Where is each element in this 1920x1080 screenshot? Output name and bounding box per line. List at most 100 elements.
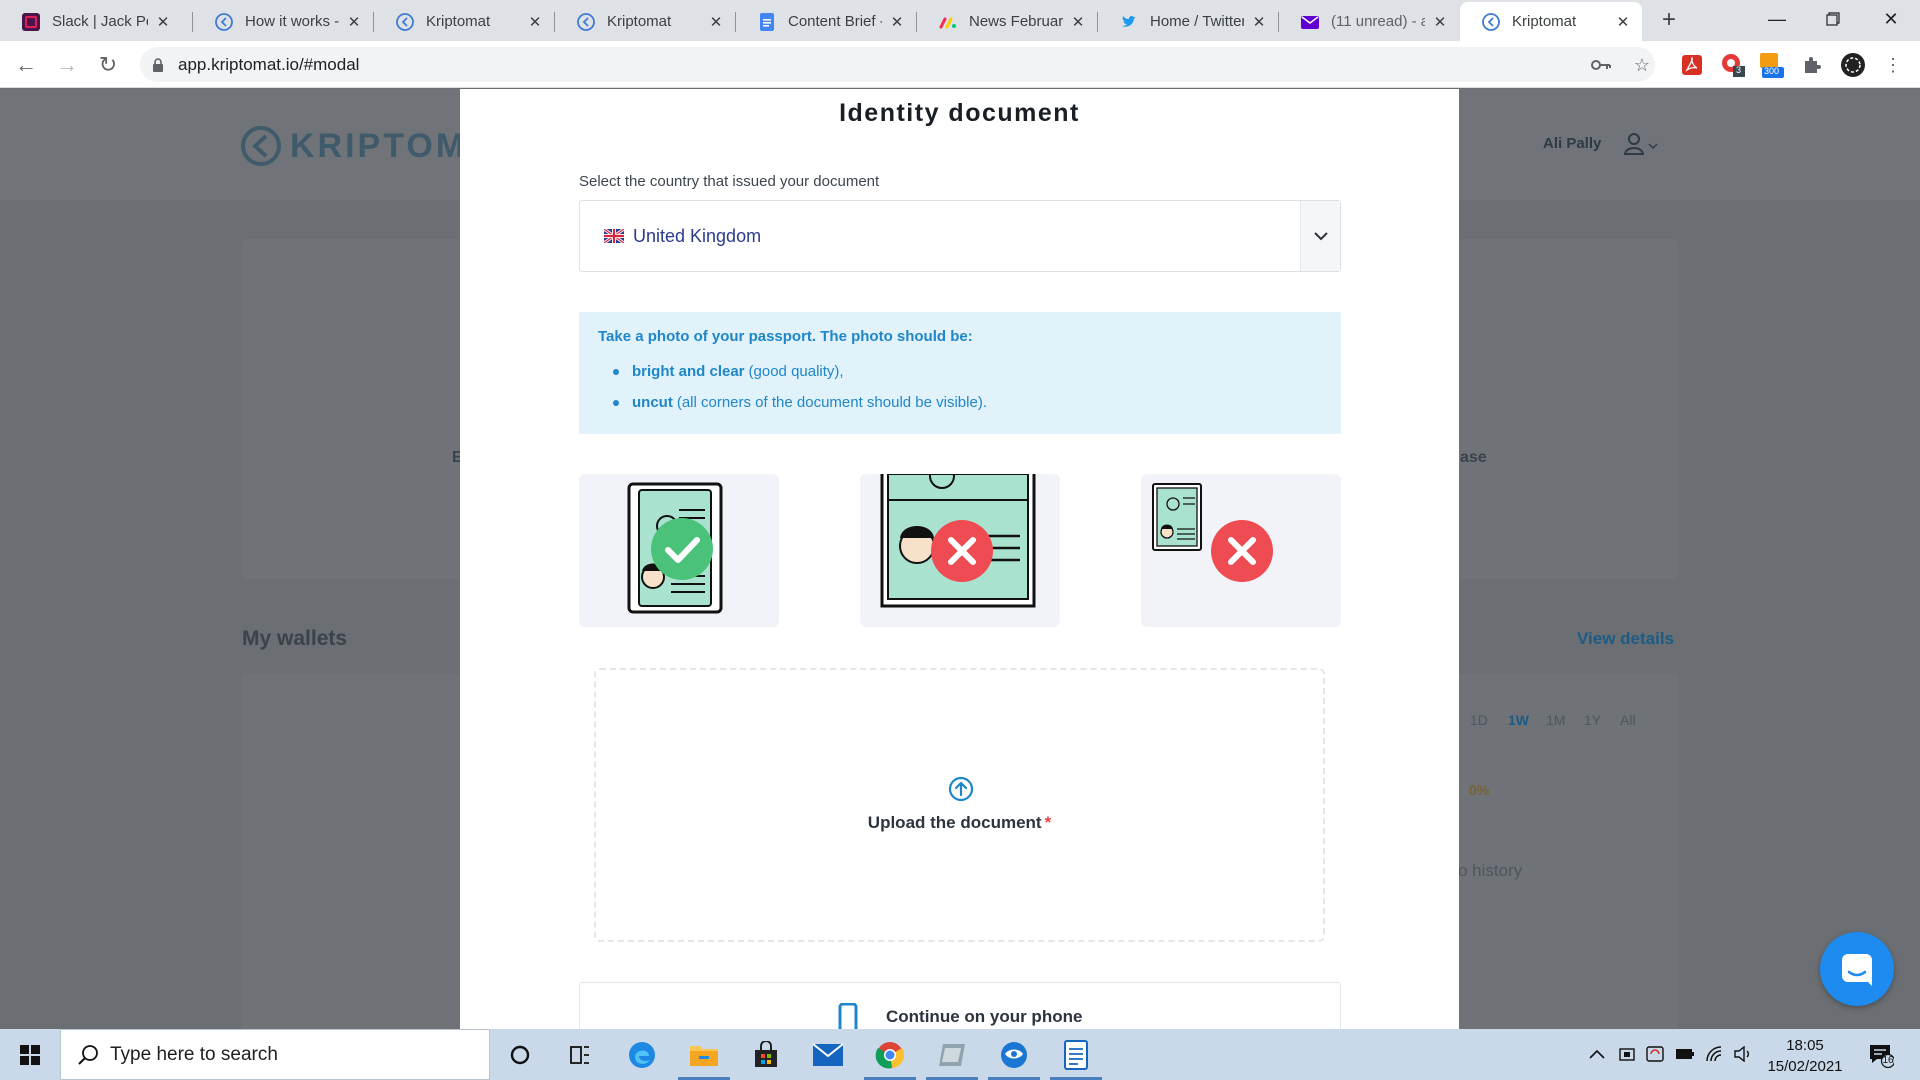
tab-close-icon[interactable]: ✕ <box>1250 13 1268 31</box>
tray-sync-icon[interactable] <box>1644 1043 1666 1065</box>
user-name: Ali Pally <box>1543 135 1602 152</box>
address-bar[interactable] <box>140 47 1655 82</box>
window-close-icon[interactable]: ✕ <box>1868 4 1914 34</box>
tab-close-icon[interactable]: ✕ <box>1431 13 1449 31</box>
battery-icon[interactable] <box>1674 1043 1696 1065</box>
instruction-text: (good quality), <box>748 363 844 380</box>
key-icon[interactable] <box>1588 52 1614 78</box>
country-select[interactable]: United Kingdom <box>579 200 1341 272</box>
instruction-item: uncut (all corners of the document shoul… <box>613 394 987 411</box>
browser-tab[interactable]: News February ✕ <box>917 2 1097 41</box>
document-app-icon[interactable] <box>1046 1029 1106 1080</box>
forward-icon[interactable]: → <box>53 51 81 79</box>
user-menu-icon <box>1624 133 1658 155</box>
instruction-bold: uncut <box>632 394 673 411</box>
back-icon[interactable]: ← <box>12 51 40 79</box>
rss-extension-icon[interactable]: 300 <box>1758 52 1784 78</box>
instruction-item: bright and clear (good quality), <box>613 363 844 380</box>
volume-icon[interactable] <box>1732 1043 1754 1065</box>
wifi-icon[interactable] <box>1704 1043 1726 1065</box>
continue-on-phone-label: Continue on your phone <box>886 1007 1083 1026</box>
tab-close-icon[interactable]: ✕ <box>345 13 363 31</box>
extension-red-icon[interactable]: 3 <box>1720 52 1746 78</box>
browser-menu-icon[interactable]: ⋮ <box>1880 52 1906 78</box>
photo-instructions-box: Take a photo of your passport. The photo… <box>579 312 1341 434</box>
taskbar-clock[interactable]: 18:05 15/02/2021 <box>1760 1035 1850 1077</box>
notification-center-icon[interactable]: 16 <box>1868 1042 1896 1069</box>
edge-icon[interactable] <box>612 1029 672 1080</box>
range-option: 1W <box>1508 712 1529 728</box>
store-icon[interactable] <box>736 1029 796 1080</box>
tab-close-icon[interactable]: ✕ <box>526 13 544 31</box>
taskbar-search-box[interactable]: Type here to search <box>60 1029 490 1080</box>
url-text[interactable]: app.kriptomat.io/#modal <box>178 55 359 75</box>
extension-badge: 300 <box>1764 66 1780 76</box>
restore-icon[interactable] <box>1810 4 1856 34</box>
mail-app-icon[interactable] <box>798 1029 858 1080</box>
upload-label: Upload the document * <box>596 813 1323 833</box>
tab-title: (11 unread) - al <box>1331 13 1425 30</box>
tab-title: Slack | Jack Pea <box>52 13 148 30</box>
browser-tab[interactable]: Kriptomat ✕ <box>374 2 554 41</box>
puzzle-extensions-icon[interactable] <box>1799 52 1825 78</box>
good-photo-example <box>579 474 779 627</box>
tab-close-icon[interactable]: ✕ <box>707 13 725 31</box>
document-upload-dropzone[interactable]: Upload the document * <box>594 668 1325 942</box>
chat-icon <box>1842 954 1872 986</box>
view-details-link: View details <box>1577 629 1675 648</box>
file-explorer-icon[interactable] <box>674 1029 734 1080</box>
range-option: 1Y <box>1584 712 1602 728</box>
task-view-icon[interactable] <box>550 1029 610 1080</box>
browser-tab-active[interactable]: Kriptomat ✕ <box>1460 2 1642 41</box>
tab-title: How it works - <box>245 13 339 30</box>
clock-date: 15/02/2021 <box>1767 1058 1843 1075</box>
minimize-icon[interactable]: — <box>1754 4 1800 34</box>
browser-toolbar: ← → ↻ app.kriptomat.io/#modal ☆ 3 300 ⋮ <box>0 41 1920 88</box>
browser-tab[interactable]: How it works - ✕ <box>193 2 373 41</box>
kriptomat-logo-icon <box>241 126 281 166</box>
tab-title: Kriptomat <box>1512 13 1577 30</box>
tab-title: Kriptomat <box>607 13 672 30</box>
continue-on-phone-button[interactable]: Continue on your phone <box>579 982 1341 1029</box>
browser-tab[interactable]: (11 unread) - al ✕ <box>1279 2 1459 41</box>
phone-icon <box>838 1003 858 1029</box>
tab-close-icon[interactable]: ✕ <box>1069 13 1087 31</box>
tab-close-icon[interactable]: ✕ <box>888 13 906 31</box>
browser-tab[interactable]: Content Brief - ✕ <box>736 2 916 41</box>
pdf-extension-icon[interactable] <box>1679 52 1705 78</box>
search-icon <box>78 1045 98 1065</box>
instructions-title: Take a photo of your passport. The photo… <box>598 328 973 345</box>
tray-app-icon[interactable] <box>1616 1043 1638 1065</box>
range-option: 1M <box>1546 712 1566 728</box>
range-option: All <box>1620 712 1636 728</box>
tab-title: Home / Twitter <box>1150 13 1244 30</box>
new-tab-button[interactable]: + <box>1656 8 1682 34</box>
chat-launcher-button[interactable] <box>1820 932 1894 1006</box>
bullet-icon <box>613 368 619 375</box>
chevron-down-icon[interactable] <box>1300 201 1340 271</box>
taskbar-search-placeholder: Type here to search <box>110 1044 278 1065</box>
windows-start-icon[interactable] <box>0 1029 60 1080</box>
browser-tab[interactable]: Kriptomat ✕ <box>555 2 735 41</box>
cortana-icon[interactable] <box>490 1029 550 1080</box>
chrome-icon[interactable] <box>860 1029 920 1080</box>
instruction-bold: bright and clear <box>632 363 745 380</box>
browser-tab[interactable]: Home / Twitter ✕ <box>1098 2 1278 41</box>
app-window-icon[interactable] <box>922 1029 982 1080</box>
tab-close-icon[interactable]: ✕ <box>154 13 172 31</box>
tab-close-icon[interactable]: ✕ <box>1614 13 1632 31</box>
bookmark-star-icon[interactable]: ☆ <box>1629 52 1655 78</box>
docs-icon <box>758 12 776 31</box>
tray-overflow-icon[interactable] <box>1586 1043 1608 1065</box>
reload-icon[interactable]: ↻ <box>94 51 122 79</box>
windows-taskbar: Type here to search 18:05 15/02/2021 16 <box>0 1029 1920 1080</box>
upload-icon <box>948 776 974 802</box>
required-marker: * <box>1044 813 1052 832</box>
extension-badge: 3 <box>1736 65 1742 75</box>
country-select-label: Select the country that issued your docu… <box>579 173 880 190</box>
browser-tab[interactable]: Slack | Jack Pea ✕ <box>0 2 182 41</box>
profile-avatar[interactable] <box>1840 52 1866 78</box>
lock-icon <box>153 58 163 72</box>
range-option: 1D <box>1470 712 1488 728</box>
thunderbird-icon[interactable] <box>984 1029 1044 1080</box>
